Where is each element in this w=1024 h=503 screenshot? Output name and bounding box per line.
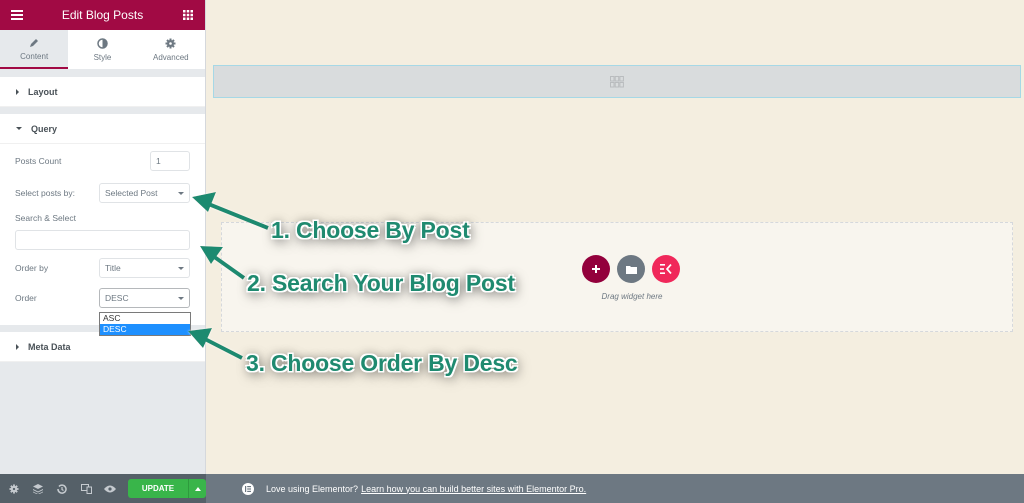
select-value: Selected Post xyxy=(105,188,158,198)
add-section-button[interactable] xyxy=(582,255,610,283)
history-icon[interactable] xyxy=(54,480,70,497)
promo-text: Love using Elementor? xyxy=(266,483,359,494)
chevron-down-icon xyxy=(178,296,184,300)
drag-widget-hint: Drag widget here xyxy=(601,292,663,301)
panel-header: Edit Blog Posts xyxy=(0,0,205,30)
order-dropdown-list: ASC DESC xyxy=(99,312,191,336)
tab-label: Style xyxy=(93,53,112,62)
settings-gear-icon[interactable] xyxy=(6,480,22,497)
select-posts-by-label: Select posts by: xyxy=(15,188,76,198)
caret-right-icon xyxy=(16,343,19,350)
section-query-toggle[interactable]: Query xyxy=(0,114,205,144)
widgets-grid-icon[interactable] xyxy=(181,8,195,22)
panel-tabs: Content Style Advanced xyxy=(0,30,205,69)
panel-title: Edit Blog Posts xyxy=(61,8,144,22)
select-value: DESC xyxy=(105,293,129,303)
select-posts-by-select[interactable]: Selected Post xyxy=(99,183,190,203)
hamburger-menu-icon[interactable] xyxy=(10,8,24,22)
annotation-step-3: 3. Choose Order By Desc xyxy=(246,350,518,376)
search-select-label: Search & Select xyxy=(15,213,76,223)
chevron-down-icon xyxy=(178,266,184,270)
search-select-label-row: Search & Select xyxy=(0,208,205,228)
section-meta-data: Meta Data xyxy=(0,332,205,362)
order-option-asc[interactable]: ASC xyxy=(100,313,190,324)
elementskit-icon xyxy=(660,264,672,274)
tab-label: Advanced xyxy=(153,53,189,62)
navigator-layers-icon[interactable] xyxy=(30,480,46,497)
preview-eye-icon[interactable] xyxy=(102,480,118,497)
chevron-down-icon xyxy=(178,191,184,195)
section-title: Query xyxy=(31,123,58,134)
order-by-control: Order by Title xyxy=(0,253,205,283)
caret-right-icon xyxy=(16,88,19,95)
save-options-button[interactable] xyxy=(188,479,206,498)
section-layout-toggle[interactable]: Layout xyxy=(0,77,205,107)
add-buttons xyxy=(582,255,680,283)
select-posts-by-control: Select posts by: Selected Post xyxy=(0,178,205,208)
elementskit-button[interactable] xyxy=(652,255,680,283)
caret-down-icon xyxy=(16,127,22,130)
tab-advanced[interactable]: Advanced xyxy=(136,30,205,69)
plus-icon xyxy=(592,265,600,273)
elementor-editor: Edit Blog Posts Content Style Advanced L… xyxy=(0,0,1024,503)
annotation-step-2: 2. Search Your Blog Post xyxy=(247,270,515,296)
section-title: Meta Data xyxy=(28,341,71,352)
contrast-icon xyxy=(97,37,108,50)
tab-content[interactable]: Content xyxy=(0,30,69,69)
editor-panel: Edit Blog Posts Content Style Advanced L… xyxy=(0,0,206,474)
section-meta-toggle[interactable]: Meta Data xyxy=(0,332,205,362)
promo-bar: Love using Elementor? Learn how you can … xyxy=(206,474,1024,503)
section-layout: Layout xyxy=(0,77,205,107)
folder-icon xyxy=(625,265,637,274)
order-label: Order xyxy=(15,293,37,303)
order-by-label: Order by xyxy=(15,263,49,273)
annotation-step-1: 1. Choose By Post xyxy=(271,217,470,243)
empty-section-placeholder[interactable] xyxy=(213,65,1021,98)
search-select-input[interactable] xyxy=(15,230,190,250)
section-handle-icon xyxy=(610,75,624,87)
elementor-logo-icon xyxy=(242,482,254,495)
section-title: Layout xyxy=(28,86,58,97)
posts-count-label: Posts Count xyxy=(15,156,62,166)
tab-style[interactable]: Style xyxy=(68,30,137,69)
order-control: Order DESC xyxy=(0,283,205,313)
tab-label: Content xyxy=(20,52,49,61)
add-template-button[interactable] xyxy=(617,255,645,283)
panel-footer: UPDATE xyxy=(0,474,206,503)
posts-count-control: Posts Count 1 xyxy=(0,144,205,178)
section-query: Query Posts Count 1 Select posts by: Sel… xyxy=(0,114,205,325)
responsive-mode-icon[interactable] xyxy=(78,480,94,497)
pencil-icon xyxy=(29,36,39,49)
order-select[interactable]: DESC xyxy=(99,288,190,308)
posts-count-input[interactable]: 1 xyxy=(150,151,190,171)
caret-up-icon xyxy=(194,486,201,491)
gear-icon xyxy=(165,37,176,50)
order-option-desc[interactable]: DESC xyxy=(100,324,190,335)
update-button-group: UPDATE xyxy=(128,479,206,498)
select-value: Title xyxy=(105,263,121,273)
update-button[interactable]: UPDATE xyxy=(128,479,188,498)
order-by-select[interactable]: Title xyxy=(99,258,190,278)
promo-link[interactable]: Learn how you can build better sites wit… xyxy=(361,484,586,494)
